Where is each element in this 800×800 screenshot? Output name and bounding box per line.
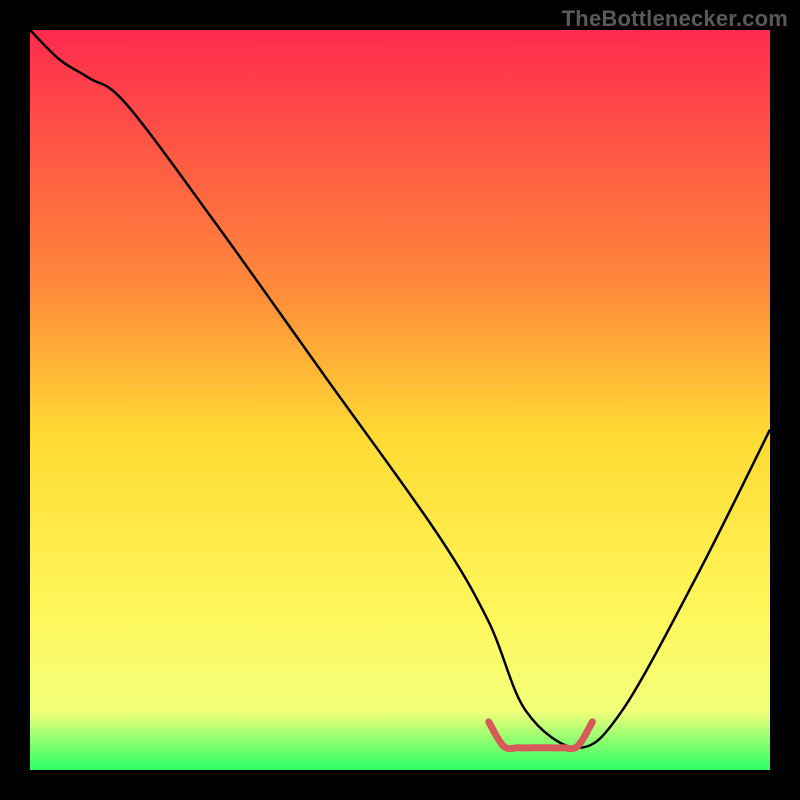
- bottleneck-chart: [30, 30, 770, 770]
- chart-background: [30, 30, 770, 770]
- attribution-text: TheBottlenecker.com: [562, 6, 788, 32]
- chart-container: [30, 30, 770, 770]
